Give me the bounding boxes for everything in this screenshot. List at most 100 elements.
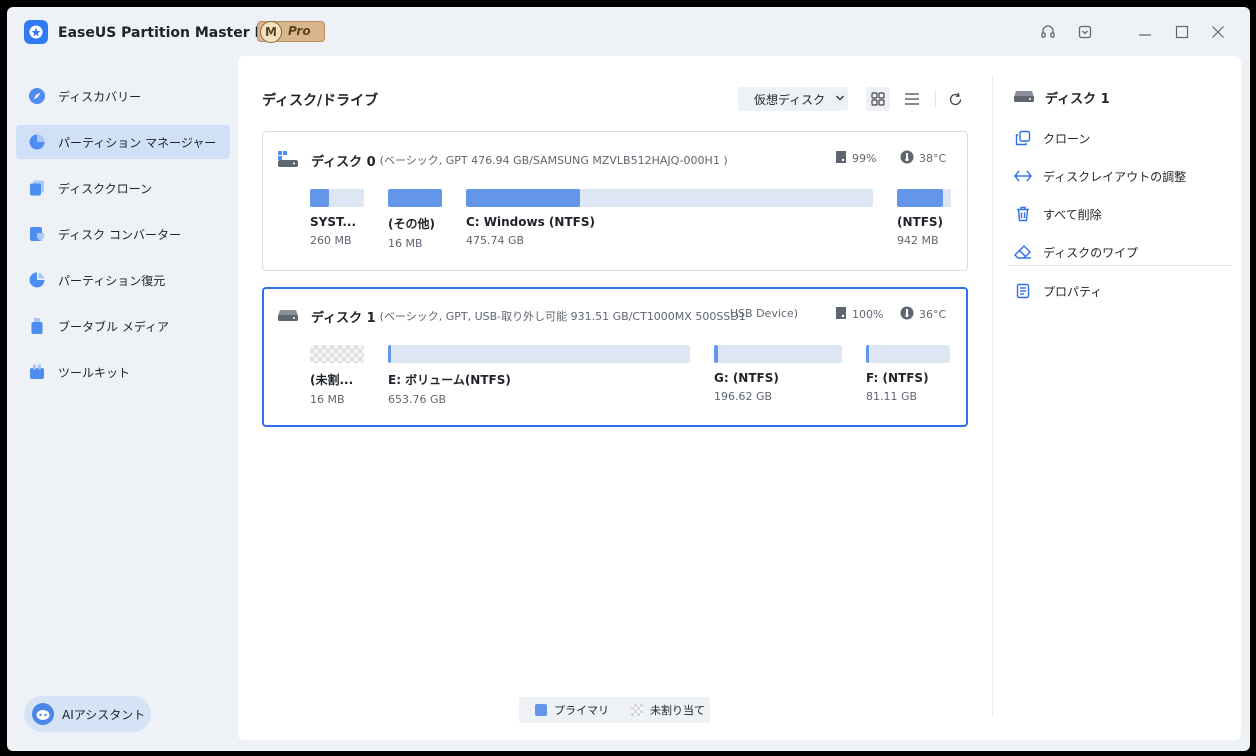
- partition-manager-icon: [28, 133, 46, 151]
- disk-info: (ベーシック, GPT 476.94 GB/SAMSUNG MZVLB512HA…: [379, 154, 728, 167]
- partition-1-3[interactable]: F: (NTFS) 81.11 GB: [866, 345, 950, 403]
- partition-1-0[interactable]: (未割... 16 MB: [310, 345, 364, 406]
- sidebar-item-label: ブータブル メディア: [58, 319, 169, 334]
- partition-bar: [388, 189, 442, 207]
- pro-badge-label: Pro: [288, 24, 311, 38]
- main-panel: ディスク/ドライブ 仮想ディスク ディスク 0 (ベーシック, GPT 476.…: [238, 56, 1241, 740]
- wipe-disk-button[interactable]: ディスクのワイプ: [1013, 242, 1138, 262]
- disk-header: ディスク 0 (ベーシック, GPT 476.94 GB/SAMSUNG MZV…: [277, 150, 728, 170]
- partition-fill: [388, 345, 392, 363]
- right-panel-title: ディスク 1: [1013, 88, 1110, 107]
- partition-0-1[interactable]: (その他) 16 MB: [388, 189, 442, 250]
- discovery-icon: [28, 87, 46, 105]
- partition-bar: [897, 189, 951, 207]
- partition-size: 16 MB: [388, 237, 423, 250]
- disk-card-1[interactable]: ディスク 1 (ベーシック, GPT, USB-取り外し可能 931.51 GB…: [262, 287, 968, 427]
- sidebar-item-disk-converter[interactable]: ディスク コンバーター: [16, 217, 230, 251]
- pro-badge[interactable]: M Pro: [257, 21, 325, 43]
- partition-fill: [866, 345, 869, 363]
- hdd-health-icon: [835, 150, 847, 167]
- usb-device-label: USB Device): [730, 307, 798, 320]
- delete-all-button[interactable]: すべて削除: [1013, 204, 1102, 224]
- disk-temperature-value: 38°C: [919, 152, 947, 165]
- properties-button[interactable]: プロパティ: [1013, 281, 1102, 301]
- sidebar-item-discovery[interactable]: ディスカバリー: [16, 79, 230, 113]
- grid-view-icon[interactable]: [866, 87, 890, 111]
- disk-temperature-value: 36°C: [919, 308, 947, 321]
- partition-label: F: (NTFS): [866, 371, 929, 385]
- partition-size: 942 MB: [897, 234, 939, 247]
- pro-badge-m: M: [260, 21, 282, 43]
- title-bar: EaseUS Partition Master Pro版 M Pro: [7, 7, 1250, 55]
- adjust-layout-icon: [1013, 166, 1033, 186]
- partition-0-3[interactable]: (NTFS) 942 MB: [897, 189, 951, 247]
- partition-bar: [714, 345, 842, 363]
- adjust-layout-button[interactable]: ディスクレイアウトの調整: [1013, 166, 1186, 186]
- clone-button[interactable]: クローン: [1013, 128, 1090, 148]
- partition-bar: [388, 345, 690, 363]
- disk-health: 99%: [835, 150, 876, 167]
- partition-fill: [897, 189, 943, 207]
- chevron-down-icon: [835, 92, 845, 106]
- partition-size: 81.11 GB: [866, 390, 918, 403]
- app-window: EaseUS Partition Master Pro版 M Pro ディスカバ…: [7, 7, 1250, 751]
- close-icon[interactable]: [1207, 21, 1229, 43]
- disk-drive-icon: [277, 150, 299, 171]
- partition-label: (未割...: [310, 373, 354, 387]
- ai-assistant-button[interactable]: AIアシスタント: [24, 696, 151, 732]
- sidebar-item-partition-manager[interactable]: パーティション マネージャー: [16, 125, 230, 159]
- partition-0-0[interactable]: SYST... 260 MB: [310, 189, 364, 247]
- usb-drive-icon: [1013, 89, 1035, 107]
- sidebar-item-toolkit[interactable]: ツールキット: [16, 355, 230, 389]
- list-view-icon[interactable]: [900, 87, 924, 111]
- partition-size: 16 MB: [310, 393, 345, 406]
- unallocated-swatch: [631, 704, 643, 716]
- dropdown-menu-icon[interactable]: [1074, 21, 1096, 43]
- partition-fill: [714, 345, 718, 363]
- disk-temperature: 36°C: [900, 306, 946, 323]
- actions-divider: [1008, 265, 1232, 266]
- partition-label: G: (NTFS): [714, 371, 779, 385]
- hdd-health-icon: [835, 306, 847, 323]
- disk-temperature: 38°C: [900, 150, 946, 167]
- sidebar: ディスカバリー パーティション マネージャー ディスククローン ディスク コンバ…: [7, 55, 238, 751]
- partition-1-1[interactable]: E: ボリューム(NTFS) 653.76 GB: [388, 345, 690, 406]
- disk-name: ディスク 1: [311, 310, 376, 326]
- disk-info: (ベーシック, GPT, USB-取り外し可能 931.51 GB/CT1000…: [379, 310, 746, 323]
- partition-fill: [466, 189, 580, 207]
- virtual-disk-label: 仮想ディスク: [754, 92, 826, 107]
- partition-label: SYST...: [310, 215, 357, 229]
- sidebar-item-label: ツールキット: [58, 365, 131, 380]
- partition-bar: [466, 189, 873, 207]
- virtual-disk-dropdown[interactable]: 仮想ディスク: [738, 87, 848, 111]
- sidebar-item-bootable-media[interactable]: ブータブル メディア: [16, 309, 230, 343]
- disk-converter-icon: [28, 225, 46, 243]
- partition-size: 260 MB: [310, 234, 352, 247]
- disk-header: ディスク 1 (ベーシック, GPT, USB-取り外し可能 931.51 GB…: [277, 306, 746, 326]
- toolbar-divider: [935, 90, 936, 108]
- sidebar-item-partition-recovery[interactable]: パーティション復元: [16, 263, 230, 297]
- disk-card-0[interactable]: ディスク 0 (ベーシック, GPT 476.94 GB/SAMSUNG MZV…: [262, 131, 968, 271]
- legend-primary-label: プライマリ: [554, 704, 609, 717]
- thermometer-icon: [900, 150, 914, 167]
- primary-swatch: [535, 704, 547, 716]
- toolkit-icon: [28, 363, 46, 381]
- sidebar-item-label: ディスカバリー: [58, 89, 142, 104]
- sidebar-item-disk-clone[interactable]: ディスククローン: [16, 171, 230, 205]
- minimize-icon[interactable]: [1134, 21, 1156, 43]
- partition-label: E: ボリューム(NTFS): [388, 373, 511, 387]
- usb-drive-icon: [277, 308, 299, 325]
- partition-size: 653.76 GB: [388, 393, 447, 406]
- disk-health-value: 100%: [852, 308, 884, 321]
- partition-1-2[interactable]: G: (NTFS) 196.62 GB: [714, 345, 842, 403]
- partition-bar: [310, 189, 364, 207]
- partition-legend: プライマリ 未割り当て: [519, 697, 710, 723]
- partition-size: 475.74 GB: [466, 234, 525, 247]
- refresh-icon[interactable]: [943, 87, 967, 111]
- headset-icon[interactable]: [1037, 21, 1059, 43]
- partition-0-2[interactable]: C: Windows (NTFS) 475.74 GB: [466, 189, 873, 247]
- action-label: クローン: [1043, 131, 1091, 146]
- maximize-icon[interactable]: [1171, 21, 1193, 43]
- app-logo-icon: [24, 20, 48, 44]
- partition-label: (NTFS): [897, 215, 944, 229]
